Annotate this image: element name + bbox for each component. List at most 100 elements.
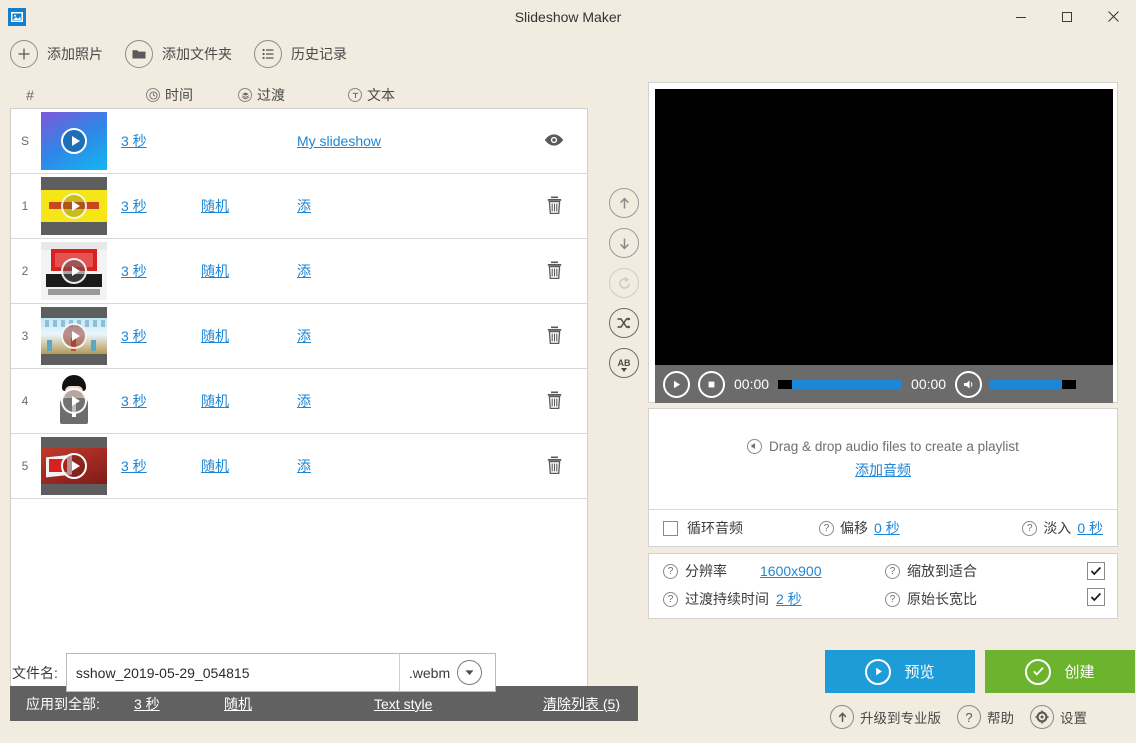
row-duration-link[interactable]: 3 秒 — [121, 393, 147, 409]
row-text[interactable]: My slideshow — [291, 133, 521, 149]
stop-button[interactable] — [698, 371, 725, 398]
row-duration[interactable]: 3 秒 — [109, 391, 195, 411]
table-row[interactable]: 3 3 秒 随机 添 — [11, 304, 587, 369]
help-icon[interactable]: ? — [885, 564, 900, 579]
filename-input-wrapper[interactable]: .webm — [66, 653, 496, 692]
row-text-link[interactable]: 添 — [297, 263, 311, 279]
transition-duration-setting[interactable]: ? 过渡持续时间 2 秒 — [663, 589, 877, 609]
row-visibility-toggle[interactable] — [521, 133, 587, 150]
sort-ab-button[interactable]: AB — [609, 348, 639, 378]
row-transition-link[interactable]: 随机 — [201, 328, 229, 344]
row-text-link[interactable]: My slideshow — [297, 133, 381, 149]
row-duration[interactable]: 3 秒 — [109, 196, 195, 216]
row-text[interactable]: 添 — [291, 391, 521, 411]
row-thumbnail-cell[interactable] — [39, 437, 109, 495]
trash-icon[interactable] — [546, 455, 563, 478]
row-delete-button[interactable] — [521, 455, 587, 478]
row-transition-link[interactable]: 随机 — [201, 263, 229, 279]
zoom-to-fit-checkbox[interactable] — [1087, 562, 1105, 580]
text-style-link[interactable]: Text style — [374, 696, 432, 712]
help-icon[interactable]: ? — [885, 592, 900, 607]
settings-button[interactable]: 设置 — [1030, 705, 1087, 729]
row-duration-link[interactable]: 3 秒 — [121, 458, 147, 474]
volume-slider[interactable] — [990, 380, 1076, 389]
row-delete-button[interactable] — [521, 390, 587, 413]
table-row[interactable]: S 3 秒 My slideshow — [11, 109, 587, 174]
upgrade-button[interactable]: 升级到专业版 — [830, 705, 941, 729]
loop-audio-option[interactable]: 循环音频 — [649, 518, 819, 538]
row-text-link[interactable]: 添 — [297, 328, 311, 344]
row-delete-button[interactable] — [521, 195, 587, 218]
add-audio-link[interactable]: 添加音频 — [855, 460, 911, 480]
apply-duration-link[interactable]: 3 秒 — [134, 696, 160, 712]
row-thumbnail-cell[interactable] — [39, 372, 109, 430]
row-delete-button[interactable] — [521, 260, 587, 283]
preview-button[interactable]: 预览 — [825, 650, 975, 693]
apply-transition-link[interactable]: 随机 — [224, 696, 252, 712]
volume-handle[interactable] — [1062, 380, 1076, 389]
row-transition[interactable]: 随机 — [195, 391, 291, 411]
row-text[interactable]: 添 — [291, 456, 521, 476]
fadein-option[interactable]: ? 淡入 0 秒 — [1022, 518, 1117, 538]
help-icon[interactable]: ? — [663, 564, 678, 579]
table-row[interactable]: 4 3 秒 随机 添 — [11, 369, 587, 434]
trash-icon[interactable] — [546, 195, 563, 218]
chevron-down-icon[interactable] — [457, 660, 482, 685]
table-row[interactable]: 5 3 秒 随机 添 — [11, 434, 587, 499]
move-down-button[interactable] — [609, 228, 639, 258]
transition-duration-value-link[interactable]: 2 秒 — [776, 589, 802, 609]
resolution-value-link[interactable]: 1600x900 — [760, 563, 822, 579]
audio-dropzone[interactable]: Drag & drop audio files to create a play… — [649, 409, 1117, 509]
seek-slider[interactable] — [778, 380, 902, 389]
maximize-button[interactable] — [1044, 0, 1090, 33]
offset-value-link[interactable]: 0 秒 — [874, 518, 900, 538]
zoom-to-fit-setting[interactable]: ? 缩放到适合 — [885, 561, 1075, 581]
eye-icon[interactable] — [543, 133, 565, 150]
row-duration[interactable]: 3 秒 — [109, 261, 195, 281]
row-transition[interactable]: 随机 — [195, 196, 291, 216]
row-text-link[interactable]: 添 — [297, 198, 311, 214]
row-thumbnail-cell[interactable] — [39, 177, 109, 235]
add-folder-button[interactable]: 添加文件夹 — [125, 40, 232, 68]
resolution-setting[interactable]: ? 分辨率 1600x900 — [663, 561, 877, 581]
row-text-link[interactable]: 添 — [297, 393, 311, 409]
history-button[interactable]: 历史记录 — [254, 40, 347, 68]
row-thumbnail-cell[interactable] — [39, 307, 109, 365]
shuffle-button[interactable] — [609, 308, 639, 338]
table-row[interactable]: 2 3 秒 随机 添 — [11, 239, 587, 304]
help-icon[interactable]: ? — [1022, 521, 1037, 536]
trash-icon[interactable] — [546, 390, 563, 413]
rotate-button[interactable] — [609, 268, 639, 298]
trash-icon[interactable] — [546, 325, 563, 348]
help-icon[interactable]: ? — [663, 592, 678, 607]
row-text-link[interactable]: 添 — [297, 458, 311, 474]
row-transition[interactable]: 随机 — [195, 326, 291, 346]
video-preview-area[interactable] — [655, 89, 1113, 365]
row-transition-link[interactable]: 随机 — [201, 458, 229, 474]
row-duration-link[interactable]: 3 秒 — [121, 328, 147, 344]
row-transition-link[interactable]: 随机 — [201, 393, 229, 409]
row-transition[interactable]: 随机 — [195, 456, 291, 476]
filename-input[interactable] — [67, 654, 399, 691]
row-duration-link[interactable]: 3 秒 — [121, 133, 147, 149]
row-delete-button[interactable] — [521, 325, 587, 348]
row-transition[interactable]: 随机 — [195, 261, 291, 281]
aspect-ratio-setting[interactable]: ? 原始长宽比 — [885, 589, 1075, 609]
fadein-value-link[interactable]: 0 秒 — [1077, 518, 1103, 538]
minimize-button[interactable] — [998, 0, 1044, 33]
clear-list-link[interactable]: 清除列表 (5) — [543, 696, 620, 712]
trash-icon[interactable] — [546, 260, 563, 283]
row-thumbnail-cell[interactable] — [39, 112, 109, 170]
row-text[interactable]: 添 — [291, 196, 521, 216]
loop-audio-checkbox[interactable] — [663, 521, 678, 536]
help-button[interactable]: ? 帮助 — [957, 705, 1014, 729]
row-duration[interactable]: 3 秒 — [109, 456, 195, 476]
row-text[interactable]: 添 — [291, 261, 521, 281]
row-duration[interactable]: 3 秒 — [109, 131, 195, 151]
close-button[interactable] — [1090, 0, 1136, 33]
row-duration-link[interactable]: 3 秒 — [121, 263, 147, 279]
table-row[interactable]: 1 3 秒 随机 添 — [11, 174, 587, 239]
aspect-ratio-checkbox[interactable] — [1087, 588, 1105, 606]
seek-handle[interactable] — [778, 380, 792, 389]
speaker-icon[interactable] — [955, 371, 982, 398]
